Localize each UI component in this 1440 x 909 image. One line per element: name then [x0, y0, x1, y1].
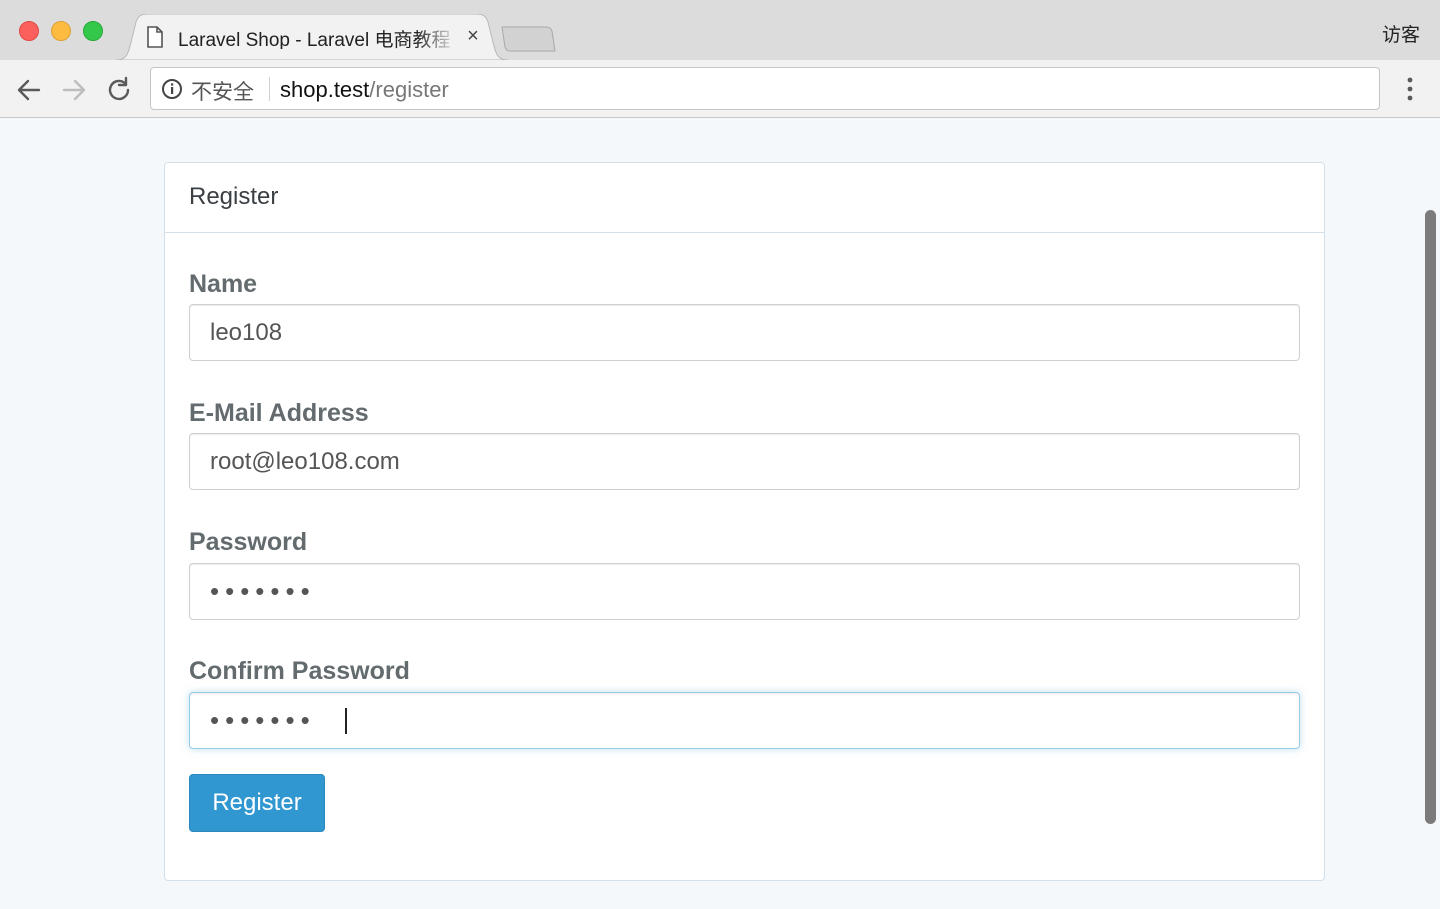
address-bar-divider	[269, 77, 270, 101]
back-arrow-icon[interactable]	[15, 76, 43, 104]
confirm-password-input[interactable]	[189, 692, 1300, 749]
name-label: Name	[189, 270, 258, 298]
url-text[interactable]: shop.test/register	[280, 77, 449, 103]
tab-title: Laravel Shop - Laravel 电商教程	[178, 30, 451, 49]
password-label: Password	[189, 528, 308, 556]
info-icon[interactable]	[161, 78, 183, 105]
new-tab-button[interactable]	[500, 25, 556, 58]
tab-close-icon[interactable]: ×	[462, 24, 484, 48]
confirm-password-wrapper	[165, 692, 1324, 749]
url-host: shop.test	[280, 77, 370, 102]
browser-tab-active[interactable]: Laravel Shop - Laravel 电商教程 ×	[116, 14, 508, 60]
browser-title-bar: Laravel Shop - Laravel 电商教程 × 访客	[0, 0, 1440, 60]
window-minimize-button[interactable]	[51, 21, 71, 41]
email-input[interactable]	[189, 433, 1300, 490]
window-close-button[interactable]	[19, 21, 39, 41]
forward-arrow-icon[interactable]	[60, 76, 88, 104]
window-zoom-button[interactable]	[83, 21, 103, 41]
password-input[interactable]	[189, 563, 1300, 620]
name-input[interactable]	[189, 304, 1300, 361]
url-path: /register	[369, 77, 449, 102]
card-title: Register	[189, 183, 279, 210]
security-status-label[interactable]: 不安全	[191, 76, 254, 106]
confirm-password-label: Confirm Password	[189, 657, 410, 685]
browser-toolbar: 不安全 shop.test/register	[0, 60, 1440, 118]
profile-label[interactable]: 访客	[1382, 20, 1420, 47]
document-icon	[146, 26, 164, 53]
register-card: Register Name E-Mail Address Password Co…	[164, 162, 1325, 881]
page-scrollbar[interactable]	[1425, 210, 1436, 824]
text-caret	[345, 708, 347, 734]
card-header: Register	[165, 163, 1324, 233]
email-label: E-Mail Address	[189, 399, 369, 427]
reload-icon[interactable]	[105, 76, 133, 104]
menu-dots-icon[interactable]	[1402, 76, 1418, 107]
register-button[interactable]: Register	[189, 774, 325, 832]
address-bar[interactable]: 不安全 shop.test/register	[150, 67, 1380, 110]
